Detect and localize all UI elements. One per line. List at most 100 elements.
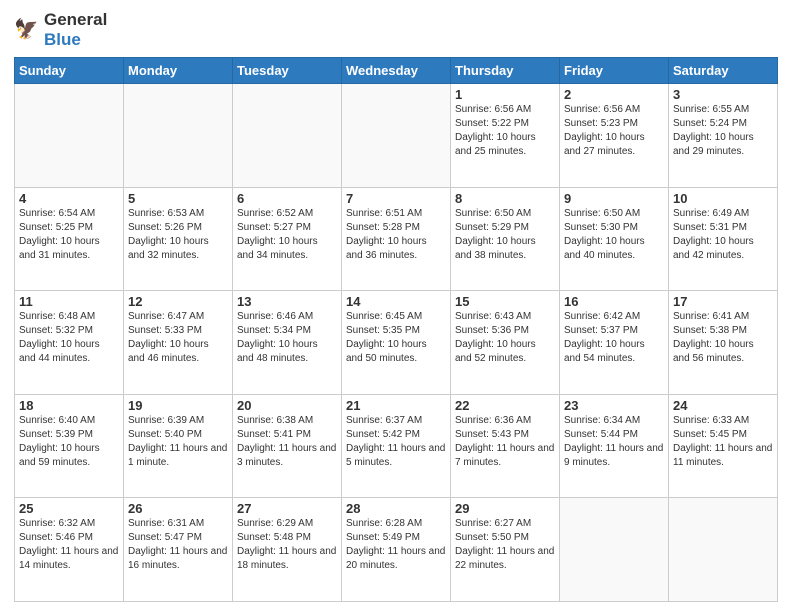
calendar-header-wednesday: Wednesday (342, 58, 451, 84)
calendar-cell (342, 84, 451, 188)
calendar-cell (124, 84, 233, 188)
calendar-cell: 20Sunrise: 6:38 AM Sunset: 5:41 PM Dayli… (233, 394, 342, 498)
day-number: 20 (237, 398, 337, 413)
page: 🦅 General Blue SundayMondayTuesdayWednes… (0, 0, 792, 612)
calendar-cell (560, 498, 669, 602)
calendar-cell (233, 84, 342, 188)
day-number: 21 (346, 398, 446, 413)
calendar-cell: 26Sunrise: 6:31 AM Sunset: 5:47 PM Dayli… (124, 498, 233, 602)
calendar-cell: 17Sunrise: 6:41 AM Sunset: 5:38 PM Dayli… (669, 291, 778, 395)
day-info: Sunrise: 6:51 AM Sunset: 5:28 PM Dayligh… (346, 207, 446, 263)
day-info: Sunrise: 6:49 AM Sunset: 5:31 PM Dayligh… (673, 207, 773, 263)
day-number: 9 (564, 191, 664, 206)
calendar-cell: 25Sunrise: 6:32 AM Sunset: 5:46 PM Dayli… (15, 498, 124, 602)
day-number: 4 (19, 191, 119, 206)
logo: 🦅 General Blue (14, 10, 107, 49)
calendar-header-friday: Friday (560, 58, 669, 84)
calendar-cell: 29Sunrise: 6:27 AM Sunset: 5:50 PM Dayli… (451, 498, 560, 602)
calendar-cell: 2Sunrise: 6:56 AM Sunset: 5:23 PM Daylig… (560, 84, 669, 188)
calendar-week-3: 11Sunrise: 6:48 AM Sunset: 5:32 PM Dayli… (15, 291, 778, 395)
day-info: Sunrise: 6:54 AM Sunset: 5:25 PM Dayligh… (19, 207, 119, 263)
day-info: Sunrise: 6:32 AM Sunset: 5:46 PM Dayligh… (19, 517, 119, 573)
day-info: Sunrise: 6:56 AM Sunset: 5:22 PM Dayligh… (455, 103, 555, 159)
day-number: 1 (455, 87, 555, 102)
calendar-week-5: 25Sunrise: 6:32 AM Sunset: 5:46 PM Dayli… (15, 498, 778, 602)
day-info: Sunrise: 6:43 AM Sunset: 5:36 PM Dayligh… (455, 310, 555, 366)
calendar-header-thursday: Thursday (451, 58, 560, 84)
day-number: 28 (346, 501, 446, 516)
day-info: Sunrise: 6:29 AM Sunset: 5:48 PM Dayligh… (237, 517, 337, 573)
day-number: 5 (128, 191, 228, 206)
calendar-cell: 21Sunrise: 6:37 AM Sunset: 5:42 PM Dayli… (342, 394, 451, 498)
calendar-header-saturday: Saturday (669, 58, 778, 84)
calendar-cell: 4Sunrise: 6:54 AM Sunset: 5:25 PM Daylig… (15, 187, 124, 291)
day-info: Sunrise: 6:52 AM Sunset: 5:27 PM Dayligh… (237, 207, 337, 263)
day-number: 11 (19, 294, 119, 309)
day-number: 19 (128, 398, 228, 413)
logo-icon: 🦅 (14, 16, 42, 44)
day-number: 23 (564, 398, 664, 413)
day-number: 6 (237, 191, 337, 206)
day-number: 25 (19, 501, 119, 516)
day-number: 17 (673, 294, 773, 309)
day-info: Sunrise: 6:36 AM Sunset: 5:43 PM Dayligh… (455, 414, 555, 470)
calendar-cell: 13Sunrise: 6:46 AM Sunset: 5:34 PM Dayli… (233, 291, 342, 395)
day-number: 3 (673, 87, 773, 102)
calendar-cell: 28Sunrise: 6:28 AM Sunset: 5:49 PM Dayli… (342, 498, 451, 602)
calendar-cell: 3Sunrise: 6:55 AM Sunset: 5:24 PM Daylig… (669, 84, 778, 188)
day-info: Sunrise: 6:41 AM Sunset: 5:38 PM Dayligh… (673, 310, 773, 366)
calendar-cell (669, 498, 778, 602)
calendar-week-1: 1Sunrise: 6:56 AM Sunset: 5:22 PM Daylig… (15, 84, 778, 188)
calendar-cell: 8Sunrise: 6:50 AM Sunset: 5:29 PM Daylig… (451, 187, 560, 291)
day-info: Sunrise: 6:38 AM Sunset: 5:41 PM Dayligh… (237, 414, 337, 470)
calendar-week-2: 4Sunrise: 6:54 AM Sunset: 5:25 PM Daylig… (15, 187, 778, 291)
calendar-cell: 15Sunrise: 6:43 AM Sunset: 5:36 PM Dayli… (451, 291, 560, 395)
day-number: 14 (346, 294, 446, 309)
day-info: Sunrise: 6:31 AM Sunset: 5:47 PM Dayligh… (128, 517, 228, 573)
day-info: Sunrise: 6:42 AM Sunset: 5:37 PM Dayligh… (564, 310, 664, 366)
calendar-header-sunday: Sunday (15, 58, 124, 84)
calendar-header-tuesday: Tuesday (233, 58, 342, 84)
day-info: Sunrise: 6:34 AM Sunset: 5:44 PM Dayligh… (564, 414, 664, 470)
calendar-cell: 11Sunrise: 6:48 AM Sunset: 5:32 PM Dayli… (15, 291, 124, 395)
day-number: 26 (128, 501, 228, 516)
calendar-cell: 19Sunrise: 6:39 AM Sunset: 5:40 PM Dayli… (124, 394, 233, 498)
calendar-cell: 9Sunrise: 6:50 AM Sunset: 5:30 PM Daylig… (560, 187, 669, 291)
calendar-week-4: 18Sunrise: 6:40 AM Sunset: 5:39 PM Dayli… (15, 394, 778, 498)
day-number: 12 (128, 294, 228, 309)
day-info: Sunrise: 6:50 AM Sunset: 5:29 PM Dayligh… (455, 207, 555, 263)
header: 🦅 General Blue (14, 10, 778, 49)
day-number: 7 (346, 191, 446, 206)
day-number: 27 (237, 501, 337, 516)
calendar-cell: 1Sunrise: 6:56 AM Sunset: 5:22 PM Daylig… (451, 84, 560, 188)
day-info: Sunrise: 6:39 AM Sunset: 5:40 PM Dayligh… (128, 414, 228, 470)
day-info: Sunrise: 6:53 AM Sunset: 5:26 PM Dayligh… (128, 207, 228, 263)
calendar-cell (15, 84, 124, 188)
calendar-cell: 7Sunrise: 6:51 AM Sunset: 5:28 PM Daylig… (342, 187, 451, 291)
calendar-cell: 10Sunrise: 6:49 AM Sunset: 5:31 PM Dayli… (669, 187, 778, 291)
calendar-header-row: SundayMondayTuesdayWednesdayThursdayFrid… (15, 58, 778, 84)
day-info: Sunrise: 6:33 AM Sunset: 5:45 PM Dayligh… (673, 414, 773, 470)
day-number: 15 (455, 294, 555, 309)
calendar-table: SundayMondayTuesdayWednesdayThursdayFrid… (14, 57, 778, 602)
day-info: Sunrise: 6:27 AM Sunset: 5:50 PM Dayligh… (455, 517, 555, 573)
day-info: Sunrise: 6:46 AM Sunset: 5:34 PM Dayligh… (237, 310, 337, 366)
day-number: 22 (455, 398, 555, 413)
svg-text:🦅: 🦅 (14, 16, 38, 40)
calendar-cell: 14Sunrise: 6:45 AM Sunset: 5:35 PM Dayli… (342, 291, 451, 395)
day-number: 29 (455, 501, 555, 516)
day-info: Sunrise: 6:55 AM Sunset: 5:24 PM Dayligh… (673, 103, 773, 159)
logo-text: General Blue (44, 10, 107, 49)
calendar-cell: 12Sunrise: 6:47 AM Sunset: 5:33 PM Dayli… (124, 291, 233, 395)
day-number: 16 (564, 294, 664, 309)
day-info: Sunrise: 6:47 AM Sunset: 5:33 PM Dayligh… (128, 310, 228, 366)
calendar-cell: 24Sunrise: 6:33 AM Sunset: 5:45 PM Dayli… (669, 394, 778, 498)
day-info: Sunrise: 6:37 AM Sunset: 5:42 PM Dayligh… (346, 414, 446, 470)
day-number: 18 (19, 398, 119, 413)
day-info: Sunrise: 6:28 AM Sunset: 5:49 PM Dayligh… (346, 517, 446, 573)
day-number: 8 (455, 191, 555, 206)
calendar-cell: 18Sunrise: 6:40 AM Sunset: 5:39 PM Dayli… (15, 394, 124, 498)
calendar-cell: 6Sunrise: 6:52 AM Sunset: 5:27 PM Daylig… (233, 187, 342, 291)
calendar-cell: 27Sunrise: 6:29 AM Sunset: 5:48 PM Dayli… (233, 498, 342, 602)
day-info: Sunrise: 6:56 AM Sunset: 5:23 PM Dayligh… (564, 103, 664, 159)
